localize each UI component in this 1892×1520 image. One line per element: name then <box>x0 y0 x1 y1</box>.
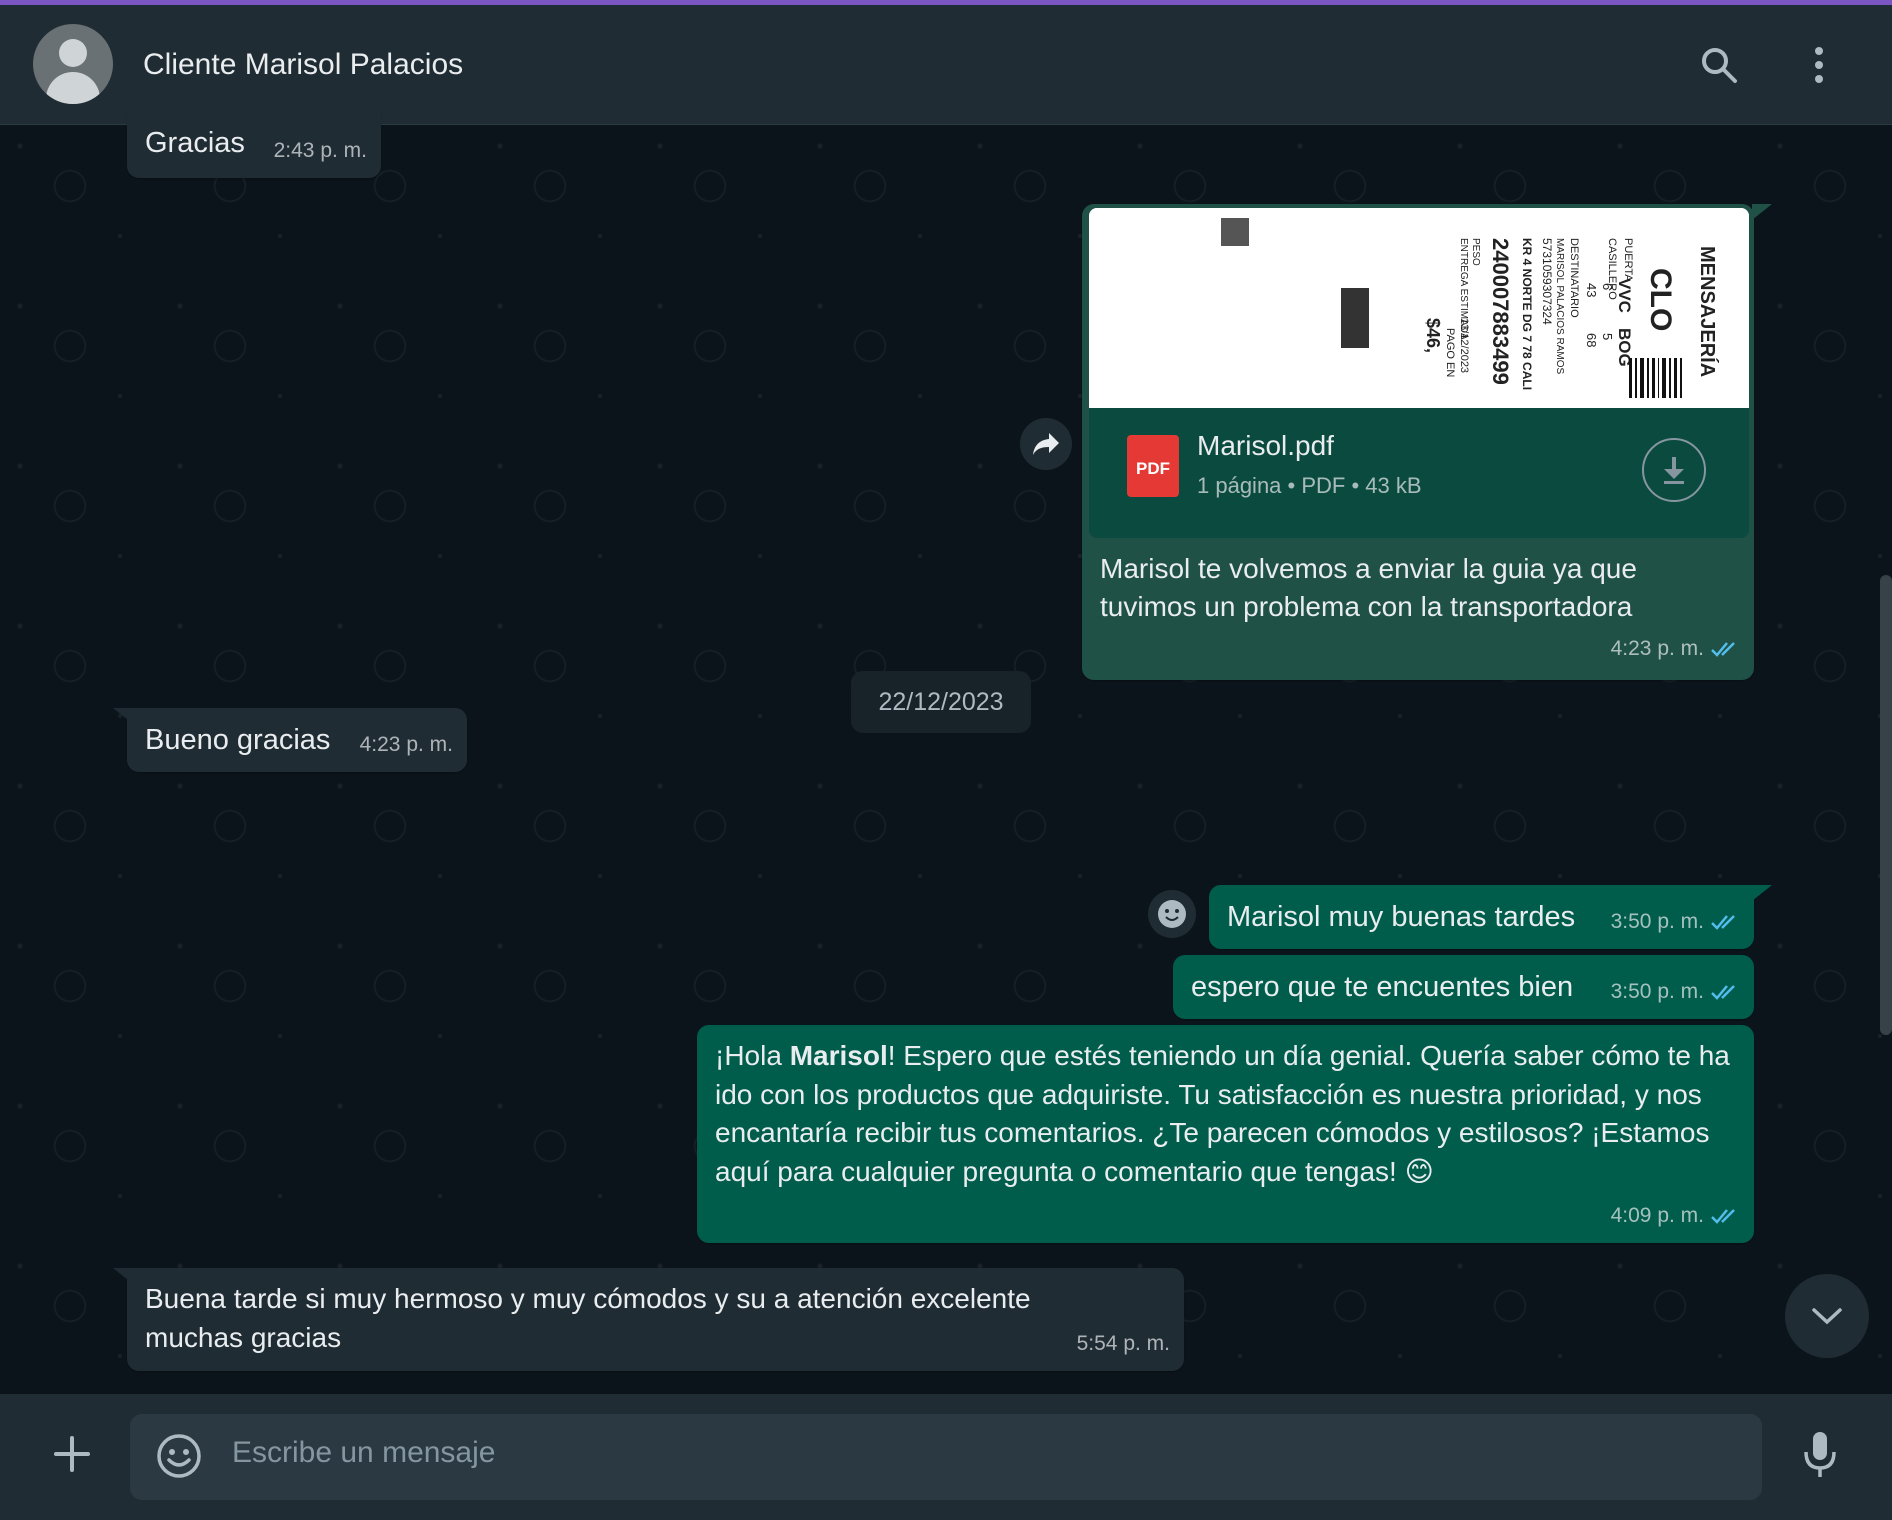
svg-text:PESO: PESO <box>1470 238 1481 266</box>
svg-text:5: 5 <box>1600 333 1615 340</box>
message-text: Bueno gracias <box>145 724 331 756</box>
emoji-button[interactable] <box>155 1432 203 1480</box>
message-text: Buena tarde si muy hermoso y muy cómodos… <box>145 1283 1031 1353</box>
shipping-label-thumbnail: MENSAJERÍA CLO PUERTA CASILLERO VVC BOG … <box>1089 208 1749 408</box>
message-text: espero que te encuentes bien <box>1191 971 1574 1003</box>
download-button[interactable] <box>1642 438 1706 502</box>
forward-button[interactable] <box>1020 418 1072 470</box>
search-icon[interactable] <box>1697 43 1741 87</box>
svg-text:DESTINATARIO: DESTINATARIO <box>1568 238 1580 318</box>
svg-text:KR 4 NORTE DG 7 78 CALI: KR 4 NORTE DG 7 78 CALI <box>1520 238 1534 390</box>
message-time: 3:50 p. m. <box>1611 973 1740 1011</box>
emoji-reaction-button[interactable] <box>1148 890 1196 938</box>
message-outgoing[interactable]: Marisol muy buenas tardes 3:50 p. m. <box>1209 885 1754 949</box>
voice-record-button[interactable] <box>1800 1430 1840 1480</box>
message-incoming[interactable]: Gracias 2:43 p. m. <box>127 108 381 178</box>
download-icon <box>1664 457 1684 484</box>
double-check-icon <box>1711 642 1735 657</box>
svg-text:43: 43 <box>1584 283 1599 297</box>
message-time: 5:54 p. m. <box>1076 1332 1170 1355</box>
double-check-icon <box>1711 985 1735 1000</box>
svg-text:MARISOL PALACIOS RAMOS: MARISOL PALACIOS RAMOS <box>1554 238 1565 374</box>
svg-text:$46,: $46, <box>1423 318 1443 353</box>
composer-bar: Escribe un mensaje <box>0 1394 1892 1520</box>
message-incoming[interactable]: Bueno gracias 4:23 p. m. <box>127 708 467 772</box>
label-code: CLO <box>1644 268 1677 331</box>
message-time: 2:43 p. m. <box>273 139 367 162</box>
bubble-tail <box>1752 204 1772 220</box>
forward-icon <box>1033 433 1059 455</box>
label-guide-number: 240007883499 <box>1488 238 1513 385</box>
svg-text:PUERTA: PUERTA <box>1622 238 1634 282</box>
plus-icon <box>54 1436 90 1472</box>
microphone-icon <box>1804 1432 1836 1477</box>
attach-button[interactable] <box>50 1432 94 1476</box>
message-time: 4:09 p. m. <box>1611 1197 1740 1235</box>
message-input-placeholder[interactable]: Escribe un mensaje <box>232 1436 495 1470</box>
file-name: Marisol.pdf <box>1197 430 1334 461</box>
double-check-icon <box>1711 915 1735 930</box>
message-text: Gracias <box>145 127 245 159</box>
message-text: Marisol muy buenas tardes <box>1227 901 1576 933</box>
label-brand: MENSAJERÍA <box>1696 246 1719 377</box>
file-details: 1 página • PDF • 43 kB <box>1197 473 1422 498</box>
message-outgoing[interactable]: espero que te encuentes bien 3:50 p. m. <box>1173 955 1754 1019</box>
avatar[interactable] <box>33 24 113 104</box>
double-check-icon <box>1711 1209 1735 1224</box>
svg-text:6: 6 <box>1600 283 1615 290</box>
message-time: 3:50 p. m. <box>1611 903 1740 941</box>
menu-icon[interactable] <box>1797 43 1841 87</box>
svg-text:PAGO EN: PAGO EN <box>1444 328 1456 377</box>
smiley-icon <box>157 1434 201 1478</box>
message-text: ¡Hola Marisol! Espero que estés teniendo… <box>715 1040 1730 1187</box>
bubble-tail <box>1752 885 1772 901</box>
document-card[interactable]: PDF Marisol.pdf 1 página • PDF • 43 kB <box>1089 408 1749 538</box>
svg-text:VVC: VVC <box>1615 278 1634 313</box>
contact-name[interactable]: Cliente Marisol Palacios <box>143 48 463 82</box>
svg-text:13/12/2023: 13/12/2023 <box>1458 318 1470 373</box>
document-preview[interactable]: MENSAJERÍA CLO PUERTA CASILLERO VVC BOG … <box>1089 208 1749 408</box>
chat-scrollbar[interactable] <box>1880 575 1892 1035</box>
svg-text:68: 68 <box>1584 333 1599 347</box>
svg-text:5731059307324: 5731059307324 <box>1540 238 1554 325</box>
date-separator: 22/12/2023 <box>851 671 1031 733</box>
message-time: 4:23 p. m. <box>359 733 453 756</box>
pdf-file-icon: PDF <box>1127 435 1179 497</box>
message-time: 4:23 p. m. <box>1611 630 1740 668</box>
message-incoming[interactable]: Buena tarde si muy hermoso y muy cómodos… <box>127 1268 1184 1371</box>
smiley-icon <box>1158 900 1186 928</box>
chevron-down-icon <box>1812 1308 1842 1325</box>
scroll-to-bottom-button[interactable] <box>1785 1274 1869 1358</box>
message-outgoing[interactable]: ¡Hola Marisol! Espero que estés teniendo… <box>697 1025 1754 1243</box>
chat-header[interactable]: Cliente Marisol Palacios <box>0 5 1892 125</box>
message-caption: Marisol te volvemos a enviar la guia ya … <box>1100 553 1637 622</box>
